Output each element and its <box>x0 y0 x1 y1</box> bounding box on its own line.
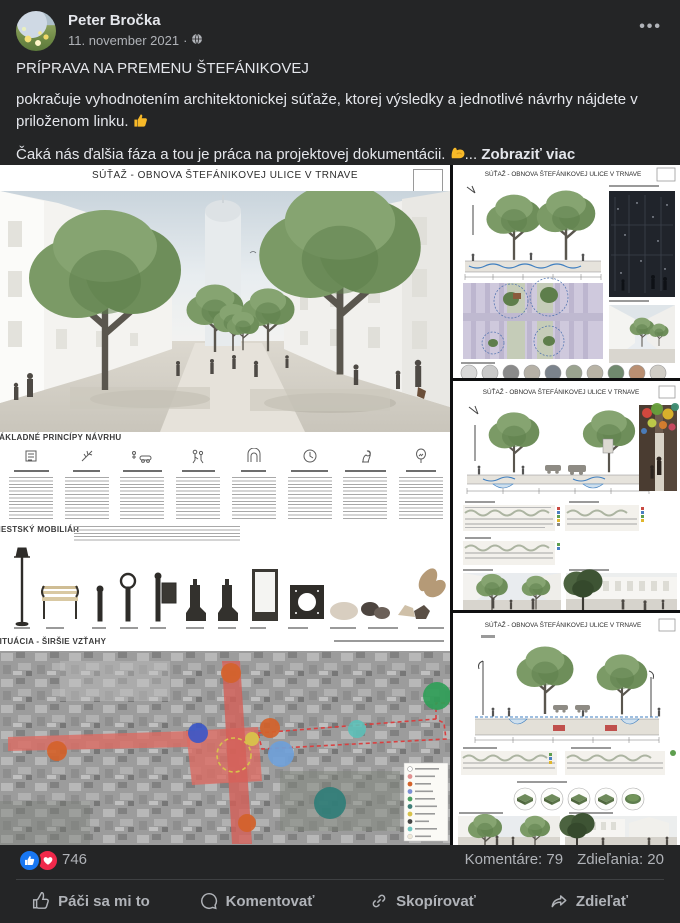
facebook-post-card: Peter Bročka 11. november 2021 · ••• PRÍ… <box>0 0 680 923</box>
aerial-map-image <box>0 651 450 845</box>
post-header: Peter Bročka 11. november 2021 · ••• <box>0 0 680 60</box>
post-line-1: PRÍPRAVA NA PREMENU ŠTEFÁNIKOVEJ <box>16 58 664 80</box>
see-more-link[interactable]: Zobraziť viac <box>481 146 575 163</box>
photo-grid: SÚŤAŽ - OBNOVA ŠTEFÁNIKOVEJ ULICE V TRNA… <box>0 165 680 845</box>
situacia-heading: SITUÁCIA - ŠIRŠIE VZŤAHY <box>0 637 106 646</box>
thumbs-up-outline-icon <box>32 892 50 910</box>
reaction-count[interactable]: 746 <box>62 851 87 868</box>
link-icon <box>370 892 388 910</box>
shared-space-icon <box>131 448 153 464</box>
post-text: PRÍPRAVA NA PREMENU ŠTEFÁNIKOVEJ pokraču… <box>16 58 664 177</box>
copy-link-button[interactable]: Skopírovať <box>340 882 506 920</box>
branch-icon <box>79 448 95 464</box>
board-2-title: SÚŤAŽ - OBNOVA ŠTEFÁNIKOVEJ ULICE V TRNA… <box>483 387 640 396</box>
vegetation-icon <box>413 448 429 464</box>
post-meta: 11. november 2021 · <box>68 33 203 48</box>
principle-item <box>229 448 279 521</box>
comment-button[interactable]: Komentovať <box>174 882 340 920</box>
page-number-box <box>413 169 443 192</box>
share-button[interactable]: Zdieľať <box>506 882 672 920</box>
photo-board-2[interactable]: SÚŤAŽ - OBNOVA ŠTEFÁNIKOVEJ ULICE V TRNA… <box>453 381 680 610</box>
like-reaction-icon <box>18 849 41 872</box>
shares-count[interactable]: Zdieľania: 20 <box>577 851 664 868</box>
board-1-title: SÚŤAŽ - OBNOVA ŠTEFÁNIKOVEJ ULICE V TRNA… <box>485 169 642 178</box>
comment-share-counts: Komentáre: 79 Zdieľania: 20 <box>465 851 664 868</box>
comments-count[interactable]: Komentáre: 79 <box>465 851 563 868</box>
meta-separator: · <box>183 33 187 48</box>
comment-bubble-icon <box>200 892 218 910</box>
reactions-row: 746 Komentáre: 79 Zdieľania: 20 <box>0 846 680 878</box>
mobiliar-paragraph <box>74 526 240 543</box>
photo-board-1[interactable]: SÚŤAŽ - OBNOVA ŠTEFÁNIKOVEJ ULICE V TRNA… <box>453 165 680 378</box>
author-name[interactable]: Peter Bročka <box>68 12 161 29</box>
monument-icon <box>357 448 373 464</box>
footer-divider <box>16 879 664 880</box>
action-bar: Páči sa mi to Komentovať Skopírovať Zdie… <box>8 882 672 920</box>
like-button[interactable]: Páči sa mi to <box>8 882 174 920</box>
principle-item <box>396 448 446 521</box>
principle-item <box>173 448 223 521</box>
map-credit-line <box>334 640 444 642</box>
climate-icon <box>302 448 318 464</box>
board-3-title: SÚŤAŽ - OBNOVA ŠTEFÁNIKOVEJ ULICE V TRNA… <box>485 620 642 629</box>
reaction-icons[interactable] <box>18 849 59 872</box>
principles-row <box>6 448 446 521</box>
principles-heading: ZÁKLADNÉ PRINCÍPY NÁVRHU <box>0 433 122 442</box>
street-furniture-row <box>0 545 450 635</box>
post-line-2: pokračuje vyhodnotením architektonickej … <box>16 89 664 135</box>
principle-item <box>117 448 167 521</box>
post-menu-button[interactable]: ••• <box>639 18 662 36</box>
post-date[interactable]: 11. november 2021 <box>68 33 179 48</box>
arch-passage-icon <box>246 448 262 464</box>
photo-main-board[interactable]: SÚŤAŽ - OBNOVA ŠTEFÁNIKOVEJ ULICE V TRNA… <box>0 165 450 845</box>
principle-item <box>62 448 112 521</box>
board-1-graphics: SÚŤAŽ - OBNOVA ŠTEFÁNIKOVEJ ULICE V TRNA… <box>453 165 680 378</box>
board-3-graphics: SÚŤAŽ - OBNOVA ŠTEFÁNIKOVEJ ULICE V TRNA… <box>453 613 680 845</box>
avatar[interactable] <box>16 11 56 51</box>
photo-board-3[interactable]: SÚŤAŽ - OBNOVA ŠTEFÁNIKOVEJ ULICE V TRNA… <box>453 613 680 845</box>
thumbs-up-emoji <box>133 113 148 135</box>
street-render-image <box>0 191 450 432</box>
people-icon <box>190 448 206 464</box>
board-2-graphics: SÚŤAŽ - OBNOVA ŠTEFÁNIKOVEJ ULICE V TRNA… <box>453 381 680 610</box>
map-legend <box>404 763 448 841</box>
principle-item <box>285 448 335 521</box>
principle-item <box>6 448 56 521</box>
globe-privacy-icon <box>191 33 203 48</box>
share-arrow-icon <box>550 892 568 910</box>
context-icon <box>23 448 39 464</box>
main-board-title: SÚŤAŽ - OBNOVA ŠTEFÁNIKOVEJ ULICE V TRNA… <box>0 170 450 181</box>
mobiliar-heading: MESTSKÝ MOBILIÁR <box>0 525 79 534</box>
principle-item <box>340 448 390 521</box>
